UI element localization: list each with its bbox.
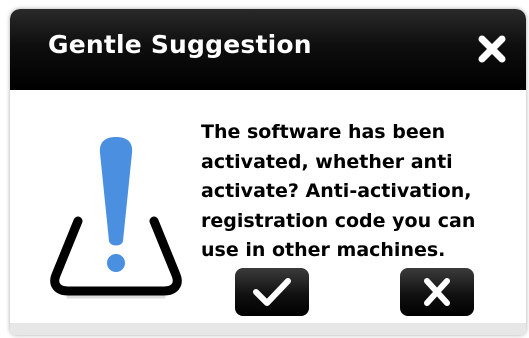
cross-icon [424,278,450,306]
dialog-message: The software has been activated, whether… [201,121,476,261]
confirm-button[interactable] [235,268,309,316]
title-bar: Gentle Suggestion [10,9,526,90]
warning-icon [50,129,182,299]
close-icon[interactable] [474,31,510,67]
dialog-title: Gentle Suggestion [48,30,312,59]
cancel-button[interactable] [400,268,474,316]
checkmark-icon [253,278,291,306]
dialog-body: The software has been activated, whether… [10,90,526,335]
bottom-band [10,323,526,335]
dialog-window: Gentle Suggestion The software has been … [10,9,526,335]
